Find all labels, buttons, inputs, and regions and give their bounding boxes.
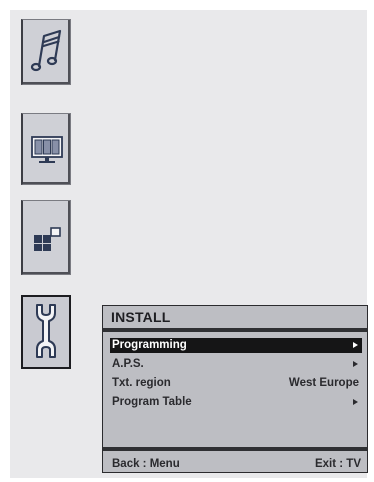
back-hint: Back : Menu: [112, 458, 180, 470]
menu-item-program-table[interactable]: Program Table: [110, 395, 362, 410]
sidebar-item-install[interactable]: [21, 295, 71, 369]
arrow-right-icon: [353, 342, 358, 348]
arrow-right-icon: [353, 361, 358, 367]
menu-item-label: A.P.S.: [112, 358, 144, 370]
footer-divider: [103, 447, 367, 451]
tv-menu-screen: INSTALL Programming A.P.S. Txt. region W…: [10, 10, 368, 478]
sidebar-item-feature[interactable]: [21, 200, 71, 275]
arrow-right-icon: [353, 399, 358, 405]
menu-item-aps[interactable]: A.P.S.: [110, 357, 362, 372]
menu-item-label: Txt. region: [112, 377, 171, 389]
music-note-icon: [30, 29, 62, 72]
menu-item-txt-region[interactable]: Txt. region West Europe: [110, 376, 362, 391]
menu-item-label: Programming: [112, 339, 187, 351]
picture-monitor-icon: [31, 136, 63, 163]
install-menu-panel: INSTALL Programming A.P.S. Txt. region W…: [102, 305, 368, 473]
title-divider: [103, 328, 367, 332]
wrench-icon: [36, 304, 56, 358]
menu-title: INSTALL: [111, 309, 171, 325]
menu-item-value: West Europe: [288, 377, 359, 389]
feature-blocks-icon: [34, 227, 61, 251]
menu-item-label: Program Table: [112, 396, 192, 408]
menu-item-programming[interactable]: Programming: [110, 338, 362, 353]
sidebar-item-sound[interactable]: [21, 19, 71, 85]
sidebar-item-picture[interactable]: [21, 113, 71, 185]
exit-hint: Exit : TV: [314, 458, 361, 470]
